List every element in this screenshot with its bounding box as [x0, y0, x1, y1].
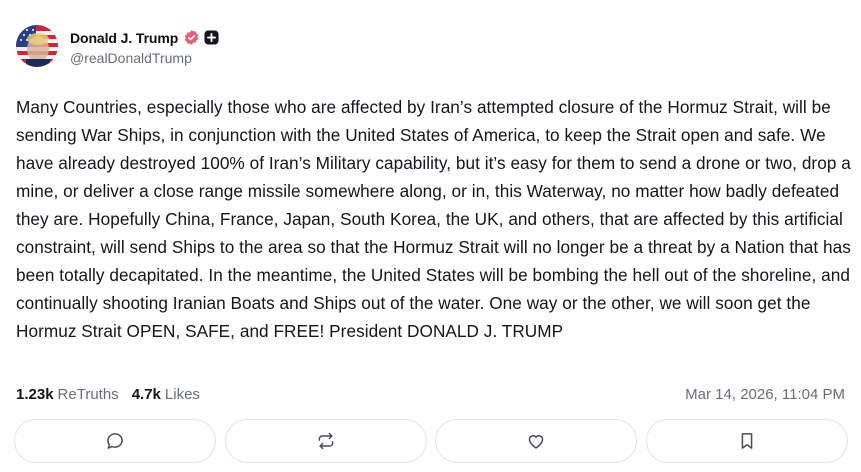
retruths-stat[interactable]: 1.23k ReTruths — [16, 386, 119, 403]
like-button[interactable] — [435, 419, 638, 463]
retruths-count: 1.23k — [16, 385, 54, 403]
speech-bubble-icon — [107, 433, 123, 449]
post-header: Donald J. Trump @realDonaldTrump — [16, 24, 219, 68]
repost-arrows-icon — [318, 432, 334, 450]
author-handle[interactable]: @realDonaldTrump — [70, 50, 219, 66]
post-body-text: Many Countries, especially those who are… — [16, 97, 851, 341]
plus-badge-icon — [204, 30, 219, 45]
bookmark-button[interactable] — [645, 419, 848, 463]
likes-stat[interactable]: 4.7k Likes — [132, 386, 200, 403]
display-name-row: Donald J. Trump — [70, 27, 219, 49]
reply-button[interactable] — [14, 419, 216, 463]
post-timestamp[interactable]: Mar 14, 2026, 11:04 PM — [685, 386, 845, 403]
verified-badge-icon — [183, 29, 200, 46]
heart-icon — [529, 435, 544, 449]
retruth-button[interactable] — [224, 419, 427, 463]
likes-count: 4.7k — [131, 385, 161, 403]
post-stats: 1.23k ReTruths 4.7k Likes Mar 14, 2026, 11… — [16, 383, 845, 405]
author-names: Donald J. Trump @realDonaldTrump — [70, 27, 219, 66]
avatar[interactable] — [16, 25, 58, 67]
action-bar — [14, 419, 848, 463]
avatar-flag-portrait-icon — [16, 25, 58, 67]
likes-label: Likes — [164, 385, 200, 403]
retruths-label: ReTruths — [57, 385, 119, 403]
bookmark-icon — [741, 433, 753, 449]
display-name[interactable]: Donald J. Trump — [70, 30, 178, 46]
